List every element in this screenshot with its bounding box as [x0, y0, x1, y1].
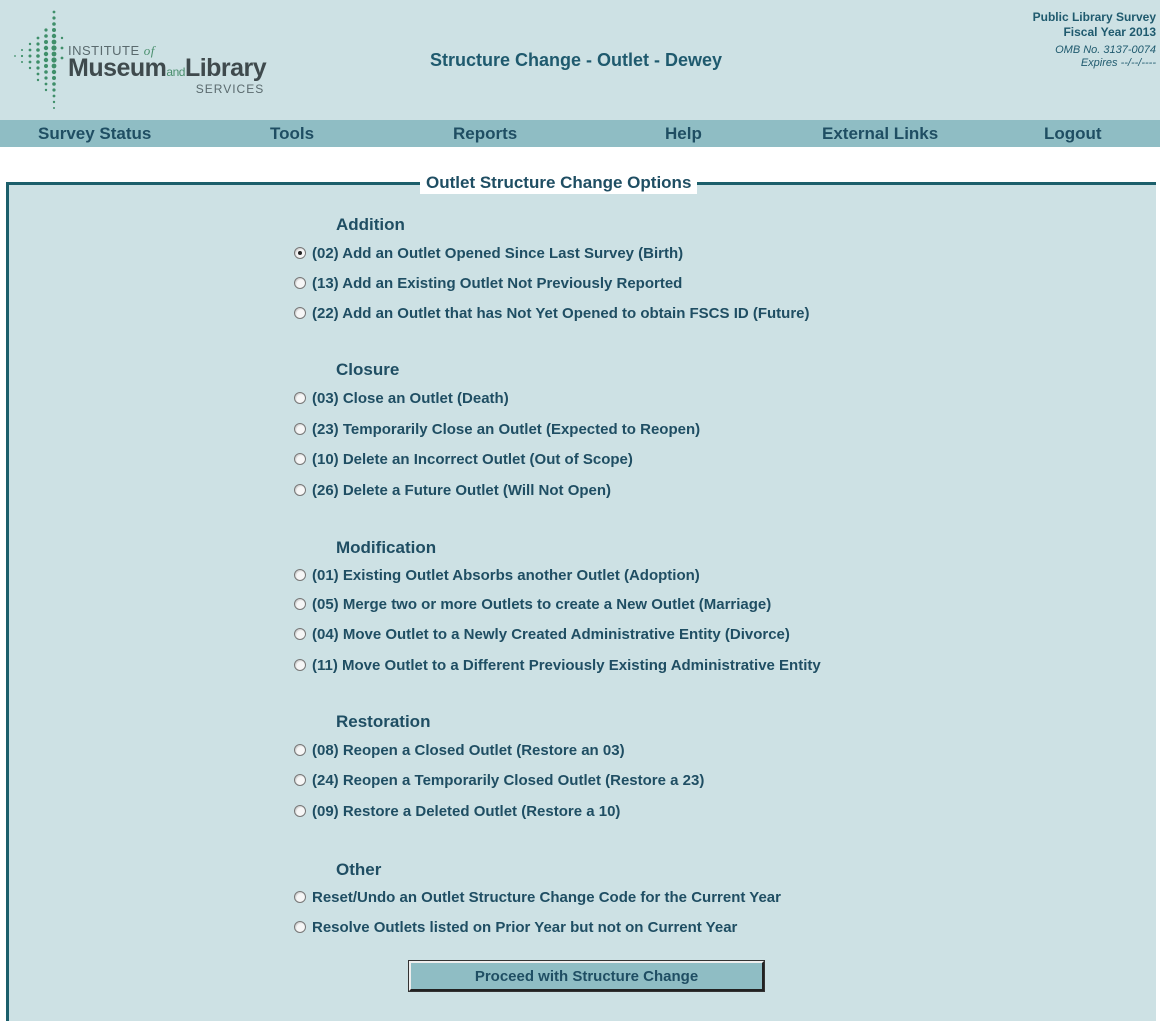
option-label: (05) Merge two or more Outlets to create…	[312, 596, 772, 613]
option-label: (26) Delete a Future Outlet (Will Not Op…	[312, 482, 612, 499]
header: INSTITUTE of MuseumandLibrary SERVICES S…	[0, 0, 1160, 120]
nav-external-links[interactable]: External Links	[822, 120, 938, 147]
logo-dots-icon	[14, 10, 64, 109]
option-23-temp-close[interactable]: (23) Temporarily Close an Outlet (Expect…	[294, 420, 700, 440]
option-reset-undo[interactable]: Reset/Undo an Outlet Structure Change Co…	[294, 888, 781, 908]
logo-and-text: and	[166, 65, 185, 79]
group-heading-addition: Addition	[336, 215, 405, 234]
option-26-delete-future[interactable]: (26) Delete a Future Outlet (Will Not Op…	[294, 481, 611, 501]
imls-logo: INSTITUTE of MuseumandLibrary SERVICES	[10, 8, 270, 112]
option-label: (24) Reopen a Temporarily Closed Outlet …	[312, 772, 705, 789]
radio-button[interactable]	[294, 392, 306, 405]
option-05-marriage[interactable]: (05) Merge two or more Outlets to create…	[294, 595, 771, 615]
radio-button[interactable]	[294, 659, 306, 672]
panel-legend: Outlet Structure Change Options	[420, 172, 698, 194]
radio-button[interactable]	[294, 805, 306, 818]
option-resolve-outlets[interactable]: Resolve Outlets listed on Prior Year but…	[294, 918, 737, 938]
option-label: (04) Move Outlet to a Newly Created Admi…	[312, 626, 790, 643]
option-label: (03) Close an Outlet (Death)	[312, 390, 509, 407]
radio-button[interactable]	[294, 423, 306, 436]
option-label: (08) Reopen a Closed Outlet (Restore an …	[312, 742, 625, 759]
radio-button[interactable]	[294, 307, 306, 320]
nav-logout[interactable]: Logout	[1044, 120, 1102, 147]
group-heading-modification: Modification	[336, 538, 437, 557]
expires-date: Expires --/--/----	[1080, 57, 1156, 69]
logo-library-text: Library	[184, 54, 267, 82]
option-label: (23) Temporarily Close an Outlet (Expect…	[312, 421, 701, 438]
option-22-future[interactable]: (22) Add an Outlet that has Not Yet Open…	[294, 304, 810, 324]
radio-button[interactable]	[294, 277, 306, 290]
option-02-birth[interactable]: (02) Add an Outlet Opened Since Last Sur…	[294, 244, 683, 264]
option-label: (10) Delete an Incorrect Outlet (Out of …	[312, 451, 633, 468]
radio-button[interactable]	[294, 569, 306, 582]
nav-survey-status[interactable]: Survey Status	[38, 120, 151, 147]
group-heading-restoration: Restoration	[336, 712, 431, 731]
radio-button[interactable]	[294, 628, 306, 641]
radio-button[interactable]	[294, 774, 306, 787]
omb-number: OMB No. 3137-0074	[1055, 44, 1156, 56]
option-11-move[interactable]: (11) Move Outlet to a Different Previous…	[294, 656, 821, 676]
fiscal-year: Fiscal Year 2013	[1063, 25, 1156, 39]
option-label: (02) Add an Outlet Opened Since Last Sur…	[312, 245, 684, 262]
option-label: (01) Existing Outlet Absorbs another Out…	[312, 567, 700, 584]
proceed-button[interactable]: Proceed with Structure Change	[408, 960, 765, 992]
option-label: (13) Add an Existing Outlet Not Previous…	[312, 275, 683, 292]
group-heading-other: Other	[336, 860, 382, 879]
option-label: Reset/Undo an Outlet Structure Change Co…	[312, 889, 781, 906]
logo-services-text: SERVICES	[195, 82, 265, 96]
option-01-adoption[interactable]: (01) Existing Outlet Absorbs another Out…	[294, 566, 700, 586]
logo-museum-text: Museum	[68, 54, 167, 82]
group-heading-closure: Closure	[336, 360, 400, 379]
radio-button[interactable]	[294, 453, 306, 466]
nav-reports[interactable]: Reports	[453, 120, 517, 147]
survey-name: Public Library Survey	[1032, 10, 1156, 24]
option-label: (09) Restore a Deleted Outlet (Restore a…	[312, 803, 621, 820]
option-13-existing[interactable]: (13) Add an Existing Outlet Not Previous…	[294, 274, 682, 294]
radio-button[interactable]	[294, 484, 306, 497]
radio-button[interactable]	[294, 891, 306, 904]
option-label: (22) Add an Outlet that has Not Yet Open…	[312, 305, 810, 322]
survey-info: Public Library Survey Fiscal Year 2013 O…	[1033, 10, 1156, 70]
logo-wordmark: INSTITUTE of MuseumandLibrary SERVICES	[68, 44, 267, 96]
option-10-delete[interactable]: (10) Delete an Incorrect Outlet (Out of …	[294, 450, 633, 470]
option-09-restore[interactable]: (09) Restore a Deleted Outlet (Restore a…	[294, 802, 620, 822]
option-24-reopen-temp[interactable]: (24) Reopen a Temporarily Closed Outlet …	[294, 771, 704, 791]
radio-button[interactable]	[294, 598, 306, 611]
option-03-death[interactable]: (03) Close an Outlet (Death)	[294, 389, 509, 409]
option-label: (11) Move Outlet to a Different Previous…	[312, 657, 821, 674]
option-04-divorce[interactable]: (04) Move Outlet to a Newly Created Admi…	[294, 625, 790, 645]
radio-button[interactable]	[294, 921, 306, 934]
option-08-reopen[interactable]: (08) Reopen a Closed Outlet (Restore an …	[294, 741, 625, 761]
radio-button[interactable]	[294, 247, 306, 260]
nav-tools[interactable]: Tools	[270, 120, 314, 147]
main-nav: Survey Status Tools Reports Help Externa…	[0, 120, 1160, 147]
page-title: Structure Change - Outlet - Dewey	[430, 50, 723, 70]
radio-button[interactable]	[294, 744, 306, 757]
nav-help[interactable]: Help	[665, 120, 702, 147]
option-label: Resolve Outlets listed on Prior Year but…	[312, 919, 738, 936]
